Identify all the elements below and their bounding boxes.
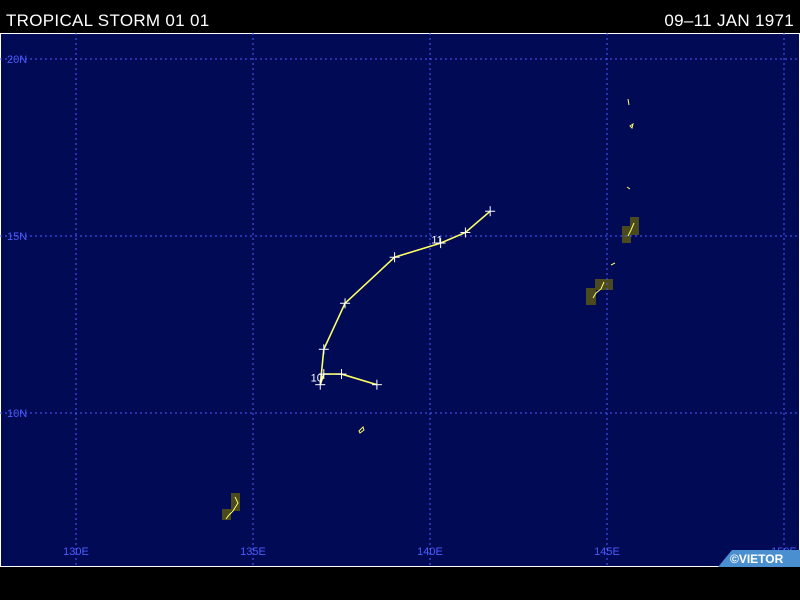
copyright-badge: ©VIETOR <box>718 550 800 567</box>
lat-label: 10N <box>7 408 27 420</box>
ocean-background <box>0 33 800 567</box>
lon-label: 145E <box>594 546 620 558</box>
lon-label: 135E <box>240 546 266 558</box>
day-label: 10 <box>311 373 323 385</box>
map-canvas: 20N15N10N130E135E140E145E150E 1011 ©VIET… <box>0 33 800 567</box>
lat-label: 15N <box>7 231 27 243</box>
storm-track-map: 20N15N10N130E135E140E145E150E 1011 ©VIET… <box>0 33 800 567</box>
date-range: 09–11 JAN 1971 <box>664 11 794 30</box>
lon-label: 130E <box>63 546 89 558</box>
map-title: TROPICAL STORM 01 01 <box>6 11 210 30</box>
lon-label: 140E <box>417 546 443 558</box>
day-label: 11 <box>431 235 442 247</box>
copyright-text: ©VIETOR <box>730 552 784 566</box>
lat-label: 20N <box>7 54 27 66</box>
